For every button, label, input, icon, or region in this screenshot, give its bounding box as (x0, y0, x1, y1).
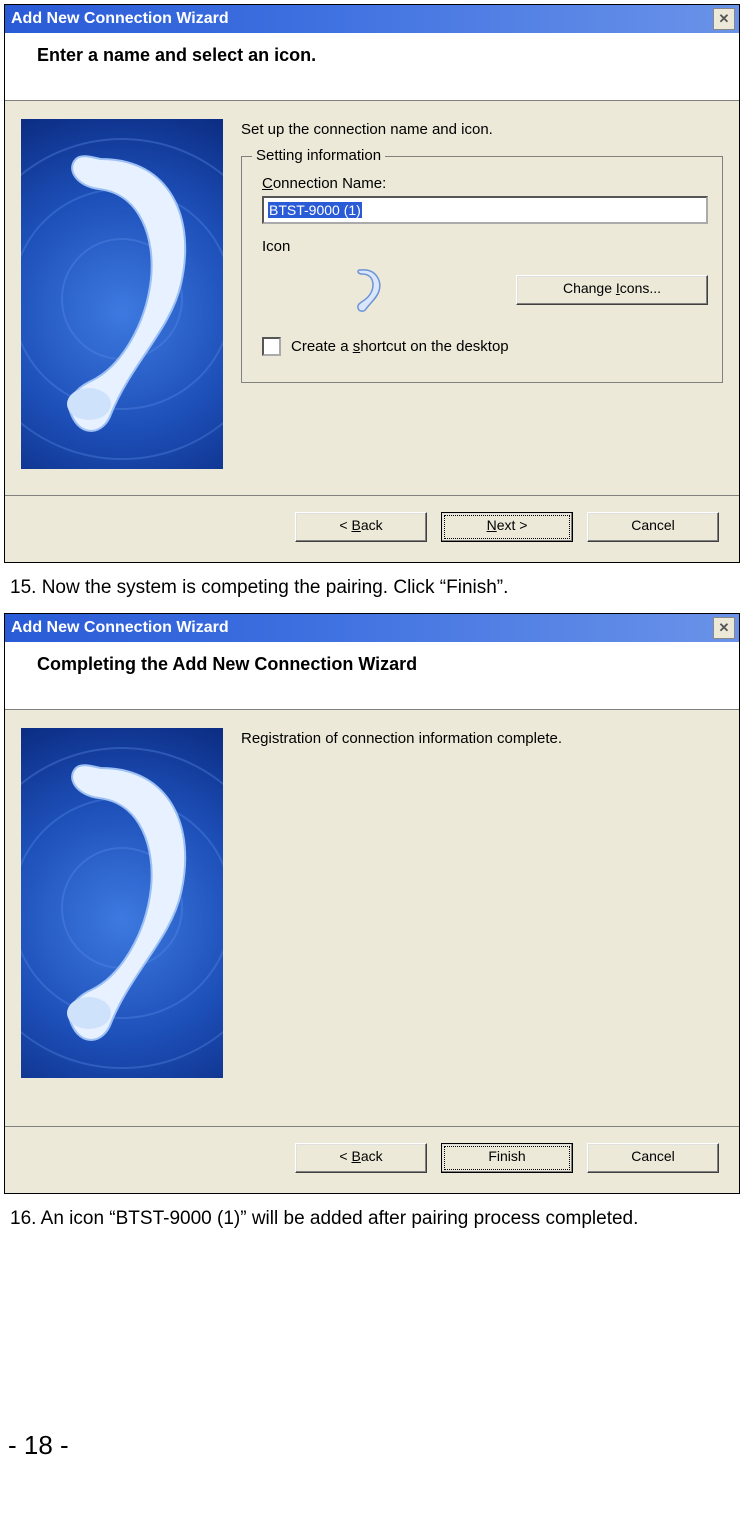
wizard-dialog-name-icon: Add New Connection Wizard ✕ Enter a name… (4, 4, 740, 563)
headset-icon (342, 265, 392, 315)
create-shortcut-checkbox[interactable]: Create a shortcut on the desktop (262, 337, 708, 356)
connection-name-value: BTST-9000 (1) (268, 202, 362, 218)
wizard-dialog-completing: Add New Connection Wizard ✕ Completing t… (4, 613, 740, 1194)
titlebar[interactable]: Add New Connection Wizard ✕ (5, 614, 739, 642)
headset-graphic (21, 119, 223, 469)
change-icons-button[interactable]: Change Icons... (516, 275, 708, 305)
intro-text: Set up the connection name and icon. (241, 121, 723, 138)
create-shortcut-label: Create a shortcut on the desktop (291, 338, 509, 355)
connection-name-input[interactable]: BTST-9000 (1) (262, 196, 708, 224)
footer-buttons: < Back Next > Cancel (5, 495, 739, 562)
close-icon[interactable]: ✕ (713, 617, 735, 639)
checkbox-icon[interactable] (262, 337, 281, 356)
header-text: Enter a name and select an icon. (37, 45, 316, 65)
cancel-button[interactable]: Cancel (587, 512, 719, 542)
cancel-button[interactable]: Cancel (587, 1143, 719, 1173)
page-number: - 18 - (4, 1430, 742, 1461)
close-icon[interactable]: ✕ (713, 8, 735, 30)
window-title: Add New Connection Wizard (11, 10, 229, 28)
header-pane: Completing the Add New Connection Wizard (5, 642, 739, 710)
header-pane: Enter a name and select an icon. (5, 33, 739, 101)
step-15-text: 15. Now the system is competing the pair… (10, 577, 736, 599)
window-title: Add New Connection Wizard (11, 619, 229, 637)
back-button[interactable]: < Back (295, 1143, 427, 1173)
connection-name-label: Connection Name: (262, 175, 708, 192)
next-button[interactable]: Next > (441, 512, 573, 542)
header-text: Completing the Add New Connection Wizard (37, 654, 417, 674)
group-legend: Setting information (252, 147, 385, 164)
headset-graphic (21, 728, 223, 1078)
step-16-text: 16. An icon “BTST-9000 (1)” will be adde… (10, 1208, 736, 1230)
intro-text: Registration of connection information c… (241, 730, 723, 747)
setting-information-group: Setting information Connection Name: BTS… (241, 156, 723, 383)
footer-buttons: < Back Finish Cancel (5, 1126, 739, 1193)
icon-label: Icon (262, 238, 708, 255)
back-button[interactable]: < Back (295, 512, 427, 542)
titlebar[interactable]: Add New Connection Wizard ✕ (5, 5, 739, 33)
finish-button[interactable]: Finish (441, 1143, 573, 1173)
